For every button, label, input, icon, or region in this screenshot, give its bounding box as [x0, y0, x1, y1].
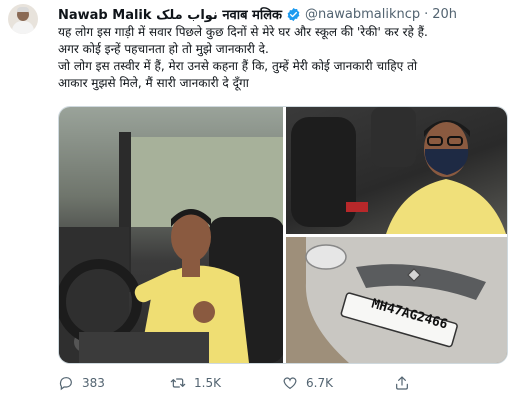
tweet-actions: 383 1.5K 6.7K: [58, 370, 508, 396]
tweet-text-line: जो लोग इस तस्वीर में हैं, मेरा उनसे कहना…: [58, 59, 418, 73]
tweet-text-line: आकार मुझसे मिले, मैं सारी जानकारी दे दूँ…: [58, 76, 249, 90]
photo-masked-art: [291, 107, 506, 234]
photo-driver-art: [59, 132, 283, 363]
author-avatar[interactable]: [8, 4, 38, 34]
heart-icon: [283, 377, 297, 390]
retweet-count: 1.5K: [194, 376, 221, 390]
verified-icon: [287, 7, 300, 21]
like-button[interactable]: 6.7K: [282, 375, 394, 391]
author-handle[interactable]: @nawabmalikncp: [305, 7, 420, 22]
author-name[interactable]: Nawab Malik نواب ملک नवाब मलिक: [58, 5, 282, 23]
photo-car-plate[interactable]: MH47AG2466: [286, 237, 507, 363]
photo-driver[interactable]: [59, 107, 283, 363]
separator-dot: ·: [424, 6, 429, 22]
reply-button[interactable]: 383: [58, 375, 170, 391]
tweet-text-line: अगर कोई इन्हें पहचानता हो तो मुझे जानकार…: [58, 42, 269, 56]
tweet-timestamp[interactable]: 20h: [432, 7, 457, 22]
photo-masked-passenger[interactable]: [286, 107, 507, 234]
reply-icon: [59, 377, 72, 391]
reply-count: 383: [82, 376, 105, 390]
avatar-body: [12, 21, 34, 34]
retweet-icon: [170, 378, 186, 388]
like-count: 6.7K: [306, 376, 333, 390]
photo-car-art: [286, 237, 507, 363]
tweet-text: यह लोग इस गाड़ी में सवार पिछले कुछ दिनों…: [58, 24, 508, 92]
tweet-media-grid: MH47AG2466: [58, 106, 508, 364]
retweet-button[interactable]: 1.5K: [170, 375, 282, 391]
share-button[interactable]: [394, 375, 506, 391]
tweet-header: Nawab Malik نواب ملک नवाब मलिक @nawabmal…: [58, 4, 508, 24]
tweet-text-line: यह लोग इस गाड़ी में सवार पिछले कुछ दिनों…: [58, 25, 428, 39]
tweet: Nawab Malik نواب ملک नवाब मलिक @nawabmal…: [0, 0, 516, 404]
avatar-hair: [17, 7, 29, 12]
share-icon: [396, 376, 408, 390]
